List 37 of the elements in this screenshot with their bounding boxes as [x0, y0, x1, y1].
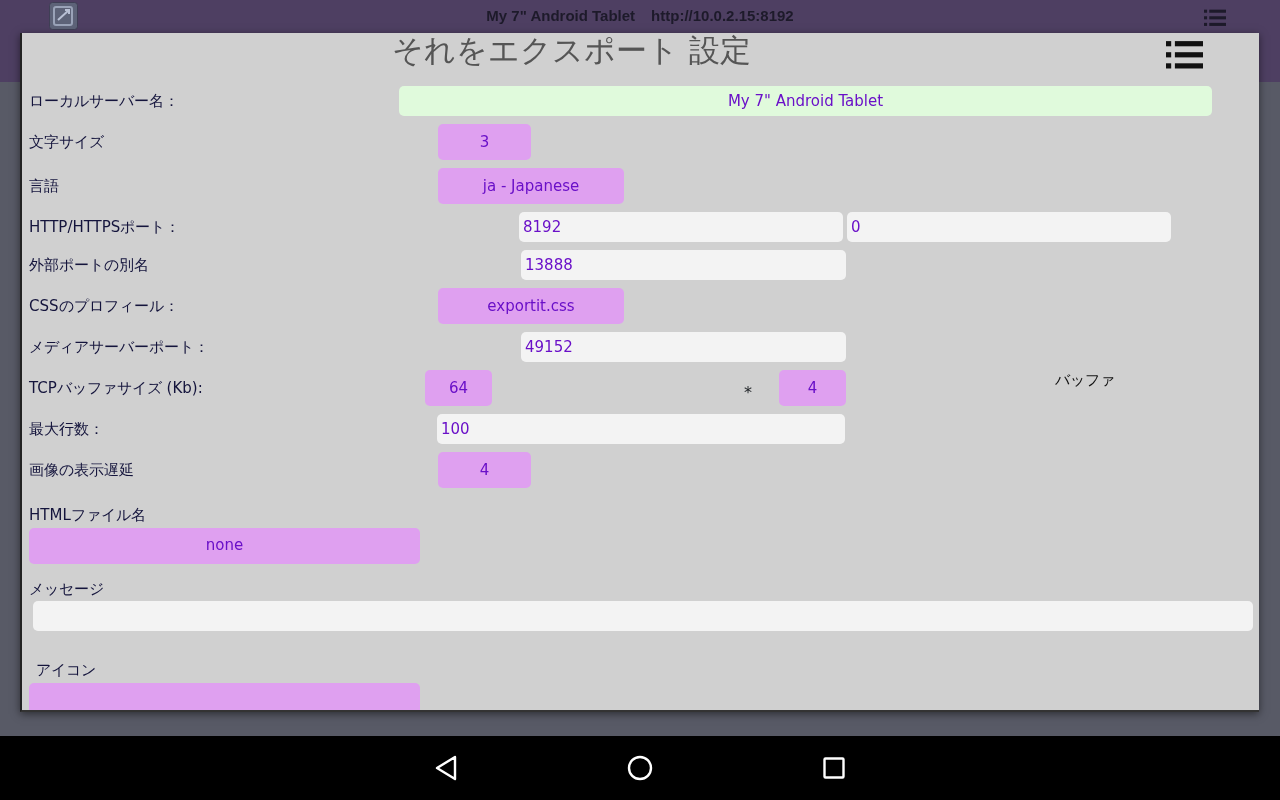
- buffer-label: バッファ: [1055, 369, 1115, 391]
- field-label: アイコン: [36, 660, 96, 681]
- dropdown[interactable]: 4: [438, 452, 531, 488]
- input-field[interactable]: 49152: [521, 332, 846, 362]
- field-label: 文字サイズ: [29, 131, 105, 153]
- field-label: HTMLファイル名: [29, 505, 146, 526]
- app-icon[interactable]: [49, 2, 78, 30]
- server-name-field[interactable]: My 7" Android Tablet: [399, 86, 1212, 116]
- field-label: TCPバッファサイズ (Kb):: [29, 377, 204, 399]
- server-address: http://10.0.2.15:8192: [651, 6, 794, 27]
- dropdown[interactable]: none: [29, 527, 420, 564]
- input-field[interactable]: 8192: [519, 212, 843, 242]
- field-label: 最大行数：: [29, 418, 105, 440]
- dropdown[interactable]: 3: [438, 124, 531, 160]
- message-field[interactable]: [33, 601, 1253, 631]
- input-field[interactable]: 100: [437, 414, 845, 444]
- back-icon[interactable]: [435, 755, 457, 781]
- field-label: 言語: [29, 175, 60, 197]
- dropdown[interactable]: ja - Japanese: [438, 168, 624, 204]
- dropdown[interactable]: 64: [425, 370, 492, 406]
- field-label: HTTP/HTTPSポート：: [29, 216, 182, 238]
- field-label: 外部ポートの別名: [29, 254, 150, 276]
- device-name: My 7" Android Tablet: [486, 6, 636, 27]
- field-label: CSSのプロフィール：: [29, 295, 180, 317]
- home-icon[interactable]: [627, 755, 653, 781]
- field-label: 画像の表示遅延: [29, 459, 135, 481]
- field-label: メディアサーバーポート：: [29, 336, 210, 358]
- input-field[interactable]: 0: [847, 212, 1171, 242]
- multiply-sign: *: [744, 382, 753, 404]
- input-field[interactable]: 13888: [521, 250, 846, 280]
- field-label: ローカルサーバー名：: [29, 90, 180, 112]
- menu-icon[interactable]: [1166, 40, 1203, 70]
- dropdown[interactable]: 4: [779, 370, 846, 406]
- field-label: メッセージ: [29, 578, 104, 600]
- dropdown[interactable]: exportit.css: [438, 288, 624, 324]
- recents-icon[interactable]: [823, 757, 845, 779]
- dialog-title: それをエクスポート 設定: [392, 33, 751, 67]
